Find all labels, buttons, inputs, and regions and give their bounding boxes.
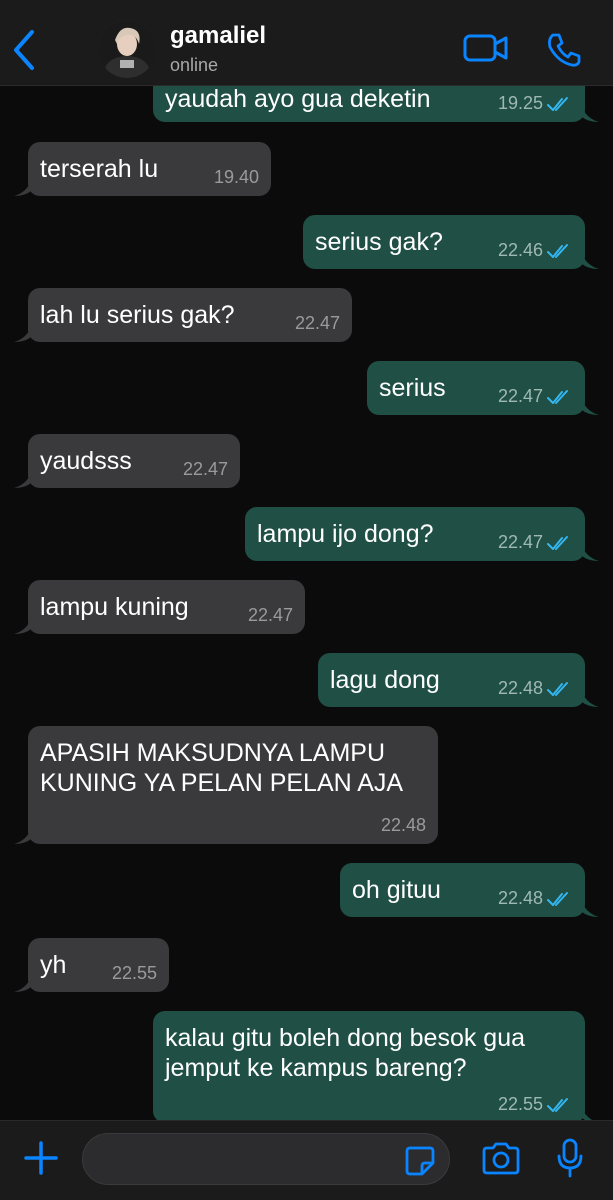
bubble-tail [14,826,32,844]
read-ticks-icon [547,96,568,111]
message-text: yaudsss [40,447,132,475]
outgoing-message[interactable]: yaudah ayo gua deketin 19.25 [153,86,599,122]
bubble-tail [581,251,599,269]
message-time: 22.47 [294,313,340,333]
message-time: 22.47 [182,459,228,479]
message-time: 22.48 [497,678,543,698]
sticker-button[interactable] [404,1145,436,1177]
outgoing-message[interactable]: oh gituu 22.48 [340,863,599,917]
message-input[interactable] [82,1133,450,1185]
message-text: yh [40,951,67,979]
outgoing-message[interactable]: lampu ijo dong? 22.47 [245,507,599,561]
incoming-message[interactable]: lah lu serius gak? 22.47 [14,288,352,342]
message-time: 22.48 [380,815,426,835]
message-meta: 22.46 [498,240,573,261]
read-ticks-icon [547,535,568,550]
message-text: lampu ijo dong? [257,520,434,548]
read-ticks-icon [547,1097,568,1112]
message-list[interactable]: yaudah ayo gua deketin 19.25 terserah lu 19… [0,86,613,1120]
message-text: yaudah ayo gua deketin [165,86,431,113]
bubble-tail [581,397,599,415]
message-time: 22.55 [111,963,157,983]
message-meta: 22.47 [295,313,340,334]
message-time: 19.25 [497,93,543,113]
message-time: 22.47 [497,386,543,406]
message-meta: 22.47 [183,459,228,480]
message-text: lampu kuning [40,593,189,621]
message-text: lah lu serius gak? [40,301,235,329]
video-call-button[interactable] [462,30,510,66]
message-text: lagu dong [330,666,440,694]
bubble-tail [14,616,32,634]
outgoing-message[interactable]: serius 22.47 [367,361,599,415]
phone-icon [548,33,581,67]
message-meta: 22.47 [248,605,293,626]
composer-bar [0,1120,613,1200]
message-meta: 22.47 [498,532,573,553]
message-text: serius [379,374,446,402]
outgoing-message[interactable]: lagu dong 22.48 [318,653,599,707]
outgoing-message[interactable]: kalau gitu boleh dong besok gua jemput k… [153,1011,593,1120]
message-time: 22.48 [497,888,543,908]
camera-button[interactable] [480,1141,522,1177]
message-meta: 22.48 [498,678,573,699]
incoming-message[interactable]: lampu kuning 22.47 [14,580,305,634]
avatar[interactable] [98,20,156,78]
incoming-message[interactable]: yh 22.55 [14,938,169,992]
incoming-message[interactable]: APASIH MAKSUDNYA LAMPU KUNING YA PELAN P… [14,726,438,844]
bubble-tail [14,974,32,992]
voice-message-button[interactable] [555,1137,585,1179]
bubble-tail [581,689,599,707]
read-ticks-icon [547,243,568,258]
outgoing-message[interactable]: serius gak? 22.46 [303,215,599,269]
message-meta: 22.47 [498,386,573,407]
bubble-tail [581,543,599,561]
message-time: 22.47 [247,605,293,625]
message-meta: 22.48 [498,888,573,909]
read-ticks-icon [547,891,568,906]
message-time: 22.46 [497,240,543,260]
message-time: 19.40 [213,167,259,187]
message-meta: 22.55 [112,963,157,984]
microphone-icon [557,1138,583,1178]
message-text: kalau gitu boleh dong besok gua jemput k… [165,1024,526,1082]
avatar-image [98,20,156,78]
bubble-tail [581,104,599,122]
bubble-tail [14,324,32,342]
message-meta: 22.48 [381,815,426,836]
incoming-message[interactable]: terserah lu 19.40 [14,142,271,196]
video-camera-icon [463,34,508,62]
bubble-tail [581,899,599,917]
attach-button[interactable] [22,1139,60,1177]
read-ticks-icon [547,389,568,404]
message-text: terserah lu [40,155,159,183]
plus-icon [24,1141,58,1175]
message-text: oh gituu [352,876,441,904]
incoming-message[interactable]: yaudsss 22.47 [14,434,240,488]
message-text: serius gak? [315,228,443,256]
contact-name[interactable]: gamaliel [170,22,266,50]
back-button[interactable] [8,26,42,74]
camera-icon [482,1142,520,1175]
message-time: 22.47 [497,532,543,552]
contact-status: online [170,55,219,75]
chevron-left-icon [14,30,34,70]
bubble-tail [581,1105,593,1120]
message-meta: 19.25 [498,93,573,114]
voice-call-button[interactable] [544,30,584,70]
bubble-tail [14,470,32,488]
message-meta: 22.55 [498,1094,573,1115]
read-ticks-icon [547,681,568,696]
message-text: APASIH MAKSUDNYA LAMPU KUNING YA PELAN P… [40,739,404,797]
sticker-icon [405,1146,435,1176]
message-time: 22.55 [497,1094,543,1114]
chat-header: gamaliel online [0,0,613,86]
message-meta: 19.40 [214,167,259,188]
bubble-tail [14,178,32,196]
